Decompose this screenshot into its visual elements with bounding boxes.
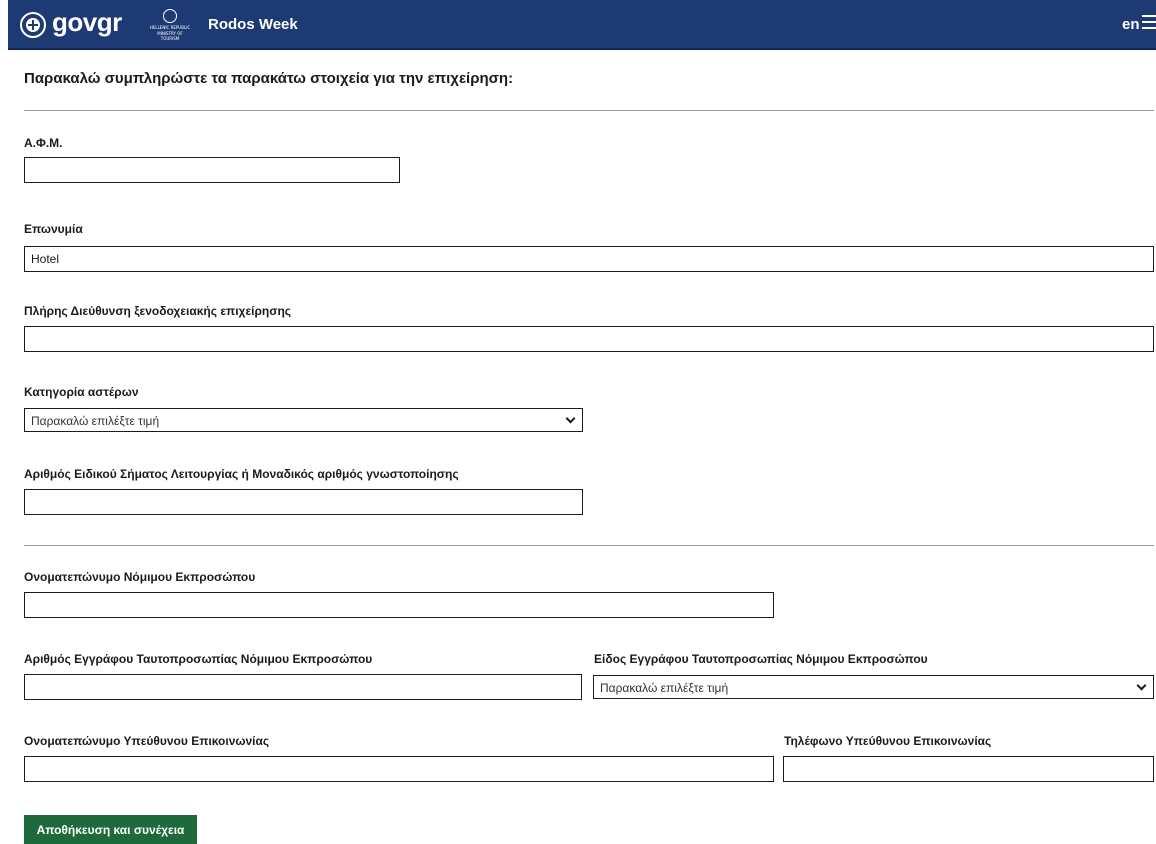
contact-name-input[interactable] [24,756,774,782]
save-and-continue-button[interactable]: Αποθήκευση και συνέχεια [24,815,197,844]
govgr-logo[interactable]: govgr [52,7,122,38]
legal-rep-id-type-select[interactable]: Παρακαλώ επιλέξτε τιμή [593,675,1154,699]
form-heading: Παρακαλώ συμπληρώστε τα παρακάτω στοιχεί… [24,70,514,87]
hamburger-icon[interactable] [1142,15,1156,29]
legal-rep-name-label: Ονοματεπώνυμο Νόμιμου Εκπροσώπου [24,570,256,584]
afm-input[interactable] [24,157,400,183]
language-switch[interactable]: en [1122,16,1140,33]
top-header: govgr HELLENIC REPUBLIC MINISTRY OF TOUR… [8,0,1156,50]
site-title[interactable]: Rodos Week [208,16,298,33]
contact-phone-label: Τηλέφωνο Υπεύθυνου Επικοινωνίας [784,734,992,748]
address-input[interactable] [24,326,1154,352]
star-category-label: Κατηγορία αστέρων [24,385,139,399]
address-label: Πλήρης Διεύθυνση ξενοδοχειακής επιχείρησ… [24,304,292,318]
afm-label: Α.Φ.Μ. [24,136,63,150]
eponymia-label: Επωνυμία [24,222,83,236]
contact-name-label: Ονοματεπώνυμο Υπεύθυνου Επικοινωνίας [24,734,270,748]
ministry-logo-line2: MINISTRY OF TOURISM [157,31,183,41]
greek-emblem-icon [20,12,46,38]
legal-rep-id-type-selected: Παρακαλώ επιλέξτε τιμή [600,681,729,695]
chevron-down-icon [1136,680,1147,691]
star-category-selected: Παρακαλώ επιλέξτε τιμή [31,414,160,428]
section-divider [24,545,1154,546]
star-category-select[interactable]: Παρακαλώ επιλέξτε τιμή [24,408,583,432]
license-number-label: Αριθμός Ειδικού Σήματος Λειτουργίας ή Μο… [24,467,459,481]
section-divider [24,110,1154,111]
ministry-logo-line1: HELLENIC REPUBLIC [149,25,191,30]
license-number-input[interactable] [24,489,583,515]
legal-rep-name-input[interactable] [24,592,774,618]
ministry-seal-icon [163,9,177,23]
ministry-of-tourism-logo: HELLENIC REPUBLIC MINISTRY OF TOURISM [148,9,192,41]
chevron-down-icon [565,413,576,424]
contact-phone-input[interactable] [783,756,1154,782]
legal-rep-id-number-input[interactable] [24,674,582,700]
eponymia-input[interactable] [24,246,1154,272]
legal-rep-id-type-label: Είδος Εγγράφου Ταυτοπροσωπίας Νόμιμου Εκ… [594,652,928,666]
legal-rep-id-number-label: Αριθμός Εγγράφου Ταυτοπροσωπίας Νόμιμου … [24,652,373,666]
